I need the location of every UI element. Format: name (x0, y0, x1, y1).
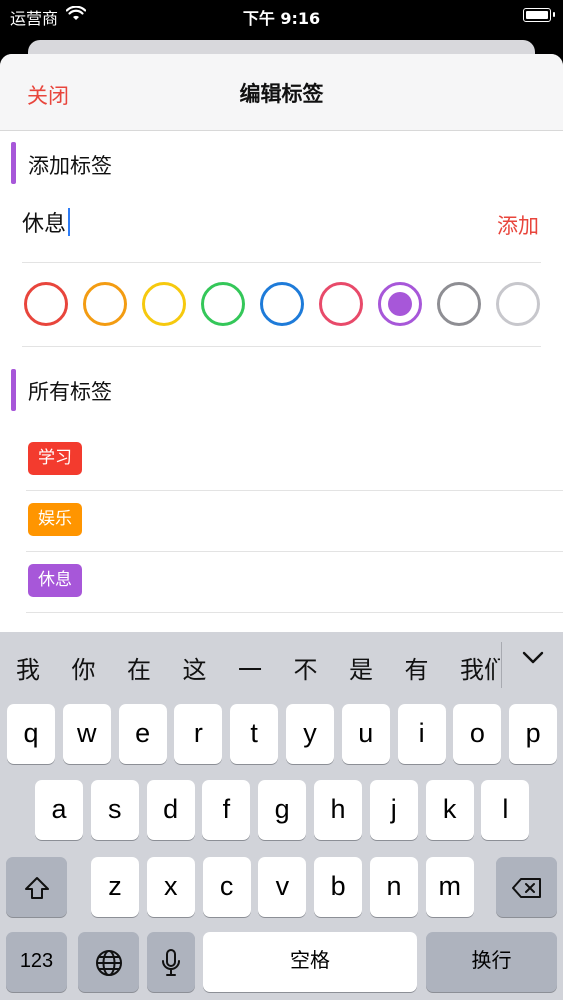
globe-key[interactable] (78, 932, 139, 992)
microphone-key[interactable] (147, 932, 195, 992)
divider (26, 490, 563, 491)
key-m[interactable]: m (425, 857, 474, 917)
color-swatch[interactable] (319, 282, 363, 326)
candidate-word[interactable]: 在 (127, 650, 151, 685)
key-n[interactable]: n (370, 857, 418, 917)
key-z[interactable]: z (91, 857, 139, 917)
key-h[interactable]: h (314, 780, 362, 840)
candidate-word[interactable]: 这 (183, 650, 207, 685)
tag-name-value[interactable]: 休息 (22, 206, 66, 238)
candidate-word[interactable]: 一 (238, 650, 262, 685)
key-q[interactable]: q (7, 704, 55, 764)
key-w[interactable]: w (62, 704, 111, 764)
key-r[interactable]: r (174, 704, 223, 764)
candidate-word[interactable]: 我 (16, 650, 40, 685)
status-bar: 运营商 下午 9:16 (0, 0, 563, 30)
delete-key[interactable] (496, 857, 557, 917)
chevron-down-icon[interactable] (522, 650, 544, 670)
key-j[interactable]: j (369, 780, 418, 840)
return-key[interactable]: 换行 (426, 932, 557, 992)
key-l[interactable]: l (481, 780, 530, 840)
battery-icon (523, 8, 555, 22)
color-swatch[interactable] (142, 282, 186, 326)
backspace-icon (511, 877, 541, 898)
candidate-word[interactable]: 我们 (460, 650, 500, 685)
color-swatch[interactable] (24, 282, 68, 326)
text-caret (68, 208, 70, 236)
tag-chip[interactable]: 学习 (28, 442, 82, 475)
shift-key[interactable] (6, 857, 67, 917)
clock: 下午 9:16 (242, 9, 321, 28)
key-i[interactable]: i (397, 704, 446, 764)
key-x[interactable]: x (146, 857, 195, 917)
key-g[interactable]: g (258, 780, 307, 840)
divider (26, 551, 563, 552)
color-swatch[interactable] (378, 282, 422, 326)
add-tag-heading: 添加标签 (28, 154, 112, 178)
shift-icon (24, 876, 49, 899)
color-swatch[interactable] (437, 282, 481, 326)
color-swatch[interactable] (260, 282, 304, 326)
divider (22, 346, 541, 347)
microphone-icon (162, 948, 180, 976)
section-accent (11, 142, 16, 184)
key-k[interactable]: k (425, 780, 474, 840)
selected-indicator (388, 292, 412, 316)
tag-chip[interactable]: 娱乐 (28, 503, 82, 536)
key-v[interactable]: v (258, 857, 307, 917)
color-swatch[interactable] (201, 282, 245, 326)
key-o[interactable]: o (453, 704, 502, 764)
candidate-word[interactable]: 是 (349, 650, 373, 685)
color-swatch[interactable] (496, 282, 540, 326)
key-e[interactable]: e (118, 704, 167, 764)
candidate-bar: 我你在这一不是有我们 (0, 632, 563, 696)
add-button[interactable]: 添加 (497, 210, 539, 240)
nav-bar: 关闭 编辑标签 (0, 54, 563, 131)
key-y[interactable]: y (286, 704, 334, 764)
tag-chip[interactable]: 休息 (28, 564, 82, 597)
key-s[interactable]: s (90, 780, 139, 840)
key-d[interactable]: d (146, 780, 195, 840)
space-key[interactable]: 空格 (203, 932, 417, 992)
key-u[interactable]: u (341, 704, 390, 764)
divider (26, 612, 563, 613)
page-title: 编辑标签 (239, 82, 324, 106)
color-swatch[interactable] (83, 282, 127, 326)
keyboard: 我你在这一不是有我们 qwertyuiop asdfghjkl zxcvbnm 12… (0, 632, 563, 1000)
key-a[interactable]: a (35, 780, 83, 840)
key-p[interactable]: p (509, 704, 558, 764)
candidate-word[interactable]: 你 (72, 650, 96, 685)
candidate-word[interactable]: 有 (405, 650, 429, 685)
section-accent (11, 369, 16, 411)
key-t[interactable]: t (230, 704, 279, 764)
key-f[interactable]: f (202, 780, 251, 840)
key-c[interactable]: c (202, 857, 251, 917)
divider (22, 262, 541, 263)
candidate-separator (501, 642, 502, 688)
key-b[interactable]: b (314, 857, 363, 917)
numbers-key[interactable]: 123 (6, 932, 67, 992)
all-tags-heading: 所有标签 (28, 380, 112, 404)
candidate-word[interactable]: 不 (294, 650, 318, 685)
globe-icon (95, 949, 122, 976)
